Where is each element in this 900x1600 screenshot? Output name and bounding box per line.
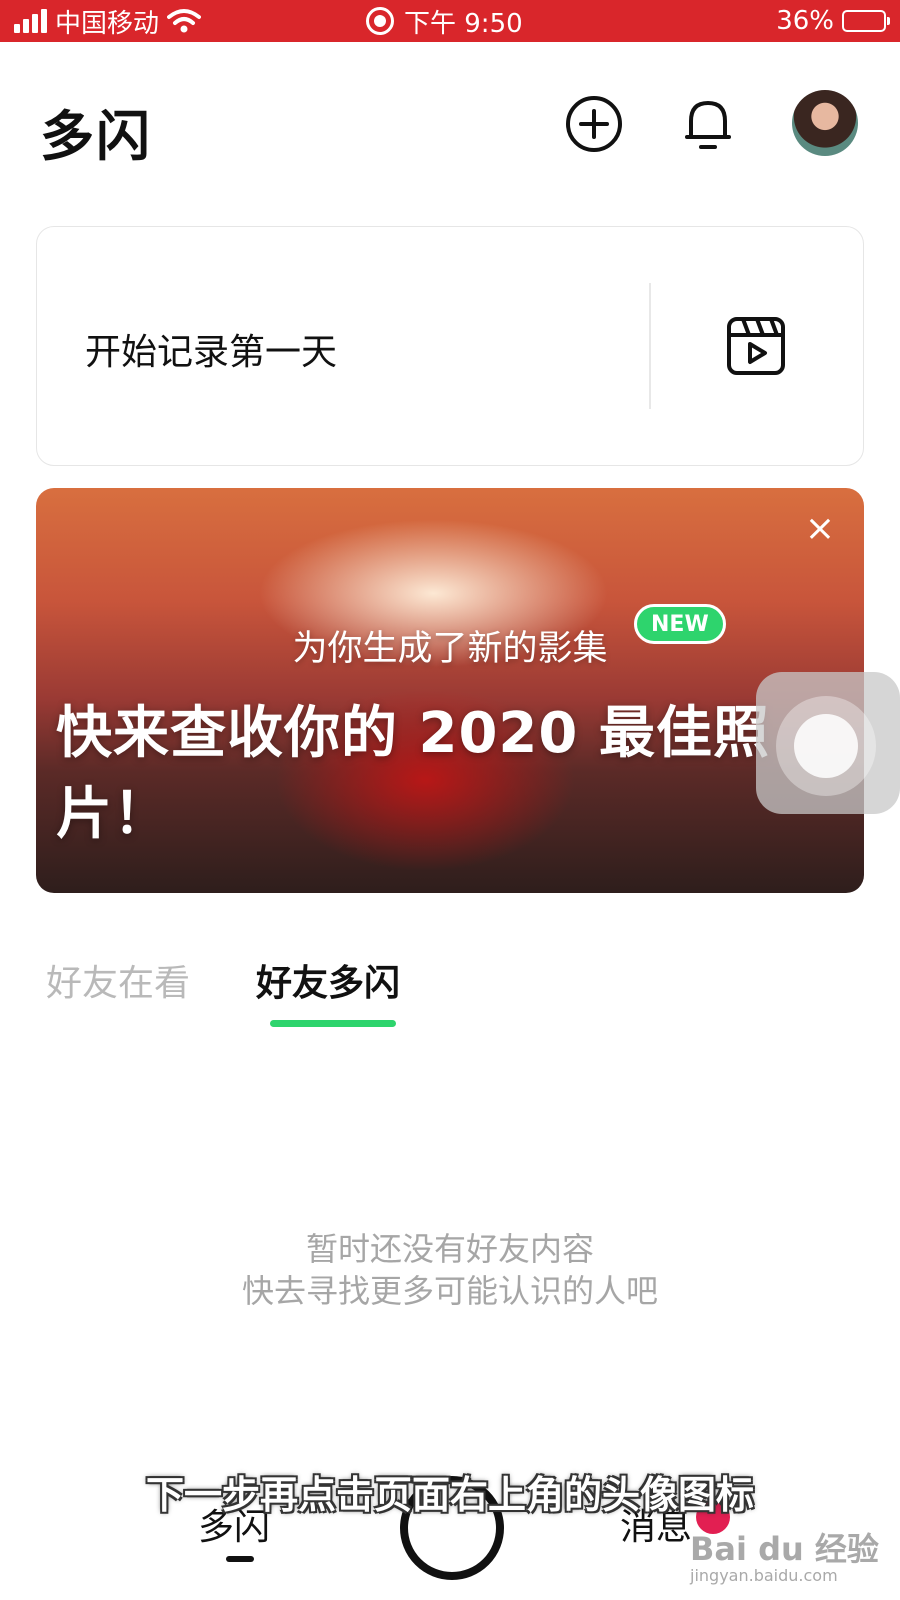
screen-recording-icon [366, 7, 394, 35]
app-header: 多闪 [0, 80, 900, 170]
status-time: 下午 9:50 [404, 8, 523, 39]
add-button[interactable] [562, 92, 626, 156]
page-title: 多闪 [40, 105, 152, 168]
status-bar: 中国移动 下午 9:50 36% [0, 0, 900, 42]
divider [649, 283, 651, 409]
instruction-subtitle: 下一步再点击页面右上角的头像图标 [145, 1473, 754, 1517]
add-circle-icon [566, 96, 622, 152]
battery-icon [842, 10, 890, 32]
clapperboard-icon[interactable] [725, 315, 787, 377]
record-card-label: 开始记录第一天 [85, 332, 338, 373]
carrier-label: 中国移动 [55, 8, 160, 39]
banner-headline: 快来查收你的 2020 最佳照片！ [56, 701, 770, 847]
tab-friends-duoshan[interactable]: 好友多闪 [256, 954, 400, 1006]
new-badge: NEW [634, 604, 726, 644]
tab-friends-watching[interactable]: 好友在看 [46, 954, 190, 1006]
assistive-core [794, 714, 858, 778]
avatar[interactable] [792, 90, 858, 156]
baidu-watermark-url: jingyan.baidu.com [690, 1566, 838, 1585]
battery-percent: 36% [776, 6, 834, 36]
bell-icon [685, 101, 731, 149]
status-center: 下午 9:50 [366, 0, 523, 42]
album-banner[interactable]: × 为你生成了新的影集 NEW 快来查收你的 2020 最佳照片！ [36, 488, 864, 893]
close-icon[interactable]: × [800, 508, 840, 549]
signal-icon [14, 9, 47, 33]
assistive-touch-button[interactable] [756, 672, 900, 814]
notifications-button[interactable] [676, 92, 740, 156]
status-left: 中国移动 [14, 0, 202, 42]
baidu-watermark: Bai du 经验 [690, 1530, 879, 1568]
banner-subtitle: 为你生成了新的影集 [292, 629, 608, 669]
record-first-day-card[interactable]: 开始记录第一天 [36, 226, 864, 466]
wifi-icon [167, 9, 202, 33]
status-right: 36% [776, 0, 890, 42]
active-tab-indicator [270, 1020, 396, 1027]
screen: 中国移动 下午 9:50 36% 多闪 开始记录第一天 × 为你生成了新的影集 … [0, 0, 900, 1600]
empty-state-line1: 暂时还没有好友内容 [305, 1230, 594, 1268]
nav-active-indicator [226, 1556, 254, 1562]
empty-state-line2: 快去寻找更多可能认识的人吧 [241, 1272, 658, 1310]
